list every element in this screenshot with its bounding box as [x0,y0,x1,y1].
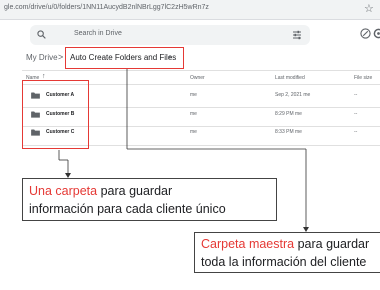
breadcrumb-separator: > [58,52,64,62]
master-folder-highlight-box [65,47,184,69]
modified-date: 8:33 PM [275,129,294,135]
folder-callout-line2: información para cada cliente único [29,202,226,216]
size-cell: -- [354,111,358,117]
folder-callout: Una carpeta para guardar información par… [22,178,277,221]
modified-cell: 8:29 PM me [275,111,302,117]
column-header-owner: Owner [190,75,205,81]
address-bar[interactable]: gle.com/drive/u/0/folders/1NN11AucydB2nl… [0,0,380,20]
size-cell: -- [354,92,358,98]
master-callout: Carpeta maestra para guardar toda la inf… [194,232,380,273]
search-input[interactable]: Search in Drive [74,30,122,37]
modified-by: me [295,111,302,117]
modified-by: me [303,92,311,98]
modified-cell: Sep 2, 2021 me [275,92,310,98]
modified-date: 8:29 PM [275,111,294,117]
owner-cell: me [190,111,197,117]
modified-by: me [295,129,302,135]
sort-arrow-icon[interactable]: ↑ [42,73,46,80]
master-callout-line1: para guardar [294,237,370,251]
master-callout-highlight: Carpeta maestra [201,237,295,251]
size-cell: -- [354,129,358,135]
owner-cell: me [190,129,197,135]
settings-icon[interactable] [373,28,380,39]
search-icon [37,30,46,39]
column-header-last-modified[interactable]: Last modified [275,75,305,81]
search-box[interactable]: Search in Drive [30,25,310,45]
modified-cell: 8:33 PM me [275,129,302,135]
folder-callout-line1: para guardar [97,184,173,198]
modified-date: Sep 2, 2021 [275,92,302,98]
master-callout-line2: toda la información del cliente [201,255,367,269]
owner-cell: me [190,92,197,98]
star-icon[interactable]: ☆ [364,2,374,15]
header-divider [22,70,380,71]
url-text[interactable]: gle.com/drive/u/0/folders/1NN11AucydB2nl… [4,4,209,11]
column-header-file-size: File size [354,75,373,81]
tune-icon[interactable] [292,30,302,40]
status-icon[interactable] [360,28,371,39]
folder-callout-highlight: Una carpeta [29,184,98,198]
breadcrumb-my-drive[interactable]: My Drive [26,53,58,62]
folders-highlight-box [22,80,89,149]
